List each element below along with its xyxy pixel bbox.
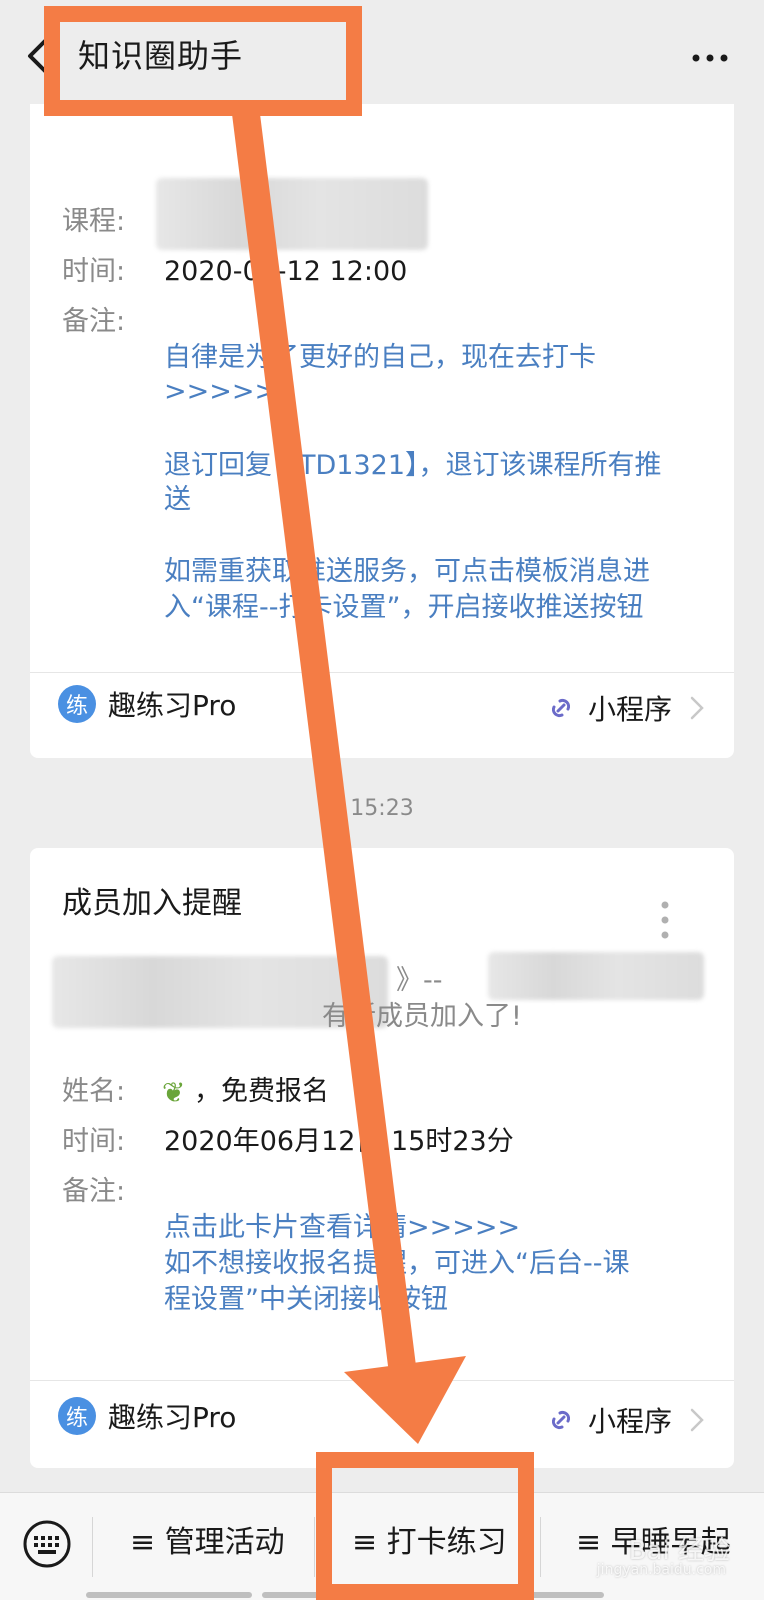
highlight-box-title bbox=[44, 6, 362, 116]
menu-separator bbox=[540, 1517, 541, 1577]
time-label: 时间: bbox=[62, 256, 126, 287]
time-value: 2020年06月12日 15时23分 bbox=[164, 1126, 514, 1157]
link-icon bbox=[551, 1410, 571, 1430]
menu-separator bbox=[92, 1517, 93, 1577]
menu-separator bbox=[314, 1517, 315, 1577]
note-line: 程设置”中关闭接收按钮 bbox=[164, 1284, 448, 1315]
mini-program-link[interactable]: 小程序 bbox=[546, 1400, 706, 1440]
app-logo: 练 bbox=[58, 685, 96, 723]
keyboard-icon[interactable] bbox=[22, 1519, 72, 1569]
name-value: ，免费报名 bbox=[194, 1076, 329, 1107]
note-line: 自律是为了更好的自己，现在去打卡 bbox=[164, 342, 596, 373]
leaf-icon: ❦ bbox=[162, 1076, 186, 1109]
home-indicator-segment bbox=[86, 1592, 252, 1598]
more-icon[interactable] bbox=[690, 46, 730, 70]
note-line: 如不想接收报名提醒，可进入“后台--课 bbox=[164, 1248, 630, 1279]
note-line: >>>>> bbox=[164, 376, 278, 407]
course-label: 课程: bbox=[62, 206, 126, 237]
note-line: 如需重获取推送服务，可点击模板消息进 bbox=[164, 556, 650, 587]
app-source: 练 趣练习Pro bbox=[58, 684, 236, 724]
time-label: 时间: bbox=[62, 1126, 126, 1157]
highlight-box-menu bbox=[316, 1452, 534, 1600]
remark-label: 备注: bbox=[62, 1176, 126, 1207]
chat-timestamp: 15:23 bbox=[350, 796, 414, 821]
card-title: 成员加入提醒 bbox=[62, 886, 242, 921]
note-line: 退订回复【TD1321】，退订该课程所有推 bbox=[164, 450, 662, 481]
blurred-course-name bbox=[156, 178, 428, 250]
time-value: 2020-06-12 12:00 bbox=[164, 256, 408, 287]
divider bbox=[30, 672, 734, 673]
message-card-course[interactable]: 课程: 时间: 2020-06-12 12:00 备注: 自律是为了更好的自己，… bbox=[30, 104, 734, 758]
message-card-member-join[interactable]: 成员加入提醒 》-- 有新成员加入了! 姓名: ❦ ，免费报名 时间: 2020… bbox=[30, 848, 734, 1468]
note-line: 入“课程--打卡设置”，开启接收推送按钮 bbox=[164, 592, 644, 623]
remark-label: 备注: bbox=[62, 306, 126, 337]
mini-program-link[interactable]: 小程序 bbox=[546, 688, 706, 728]
partial-text: 有新成员加入了! bbox=[322, 1001, 522, 1032]
chevron-right-icon bbox=[690, 696, 704, 720]
app-source: 练 趣练习Pro bbox=[58, 1396, 236, 1436]
menu-manage-activity[interactable]: ≡ 管理活动 bbox=[130, 1523, 285, 1563]
blurred-text bbox=[488, 952, 704, 1000]
mini-program-label: 小程序 bbox=[587, 693, 672, 726]
name-label: 姓名: bbox=[62, 1076, 126, 1107]
watermark-url: jingyan.baidu.com bbox=[596, 1562, 726, 1578]
partial-text: 》-- bbox=[396, 965, 443, 996]
app-name: 趣练习Pro bbox=[108, 1401, 237, 1434]
mini-program-label: 小程序 bbox=[587, 1405, 672, 1438]
chevron-right-icon bbox=[690, 1408, 704, 1432]
app-name: 趣练习Pro bbox=[108, 689, 237, 722]
divider bbox=[30, 1380, 734, 1381]
note-line: 送 bbox=[164, 484, 191, 515]
card-more-icon[interactable] bbox=[660, 900, 670, 940]
app-logo: 练 bbox=[58, 1397, 96, 1435]
note-line: 点击此卡片查看详情>>>>> bbox=[164, 1212, 521, 1243]
link-icon bbox=[551, 698, 571, 718]
